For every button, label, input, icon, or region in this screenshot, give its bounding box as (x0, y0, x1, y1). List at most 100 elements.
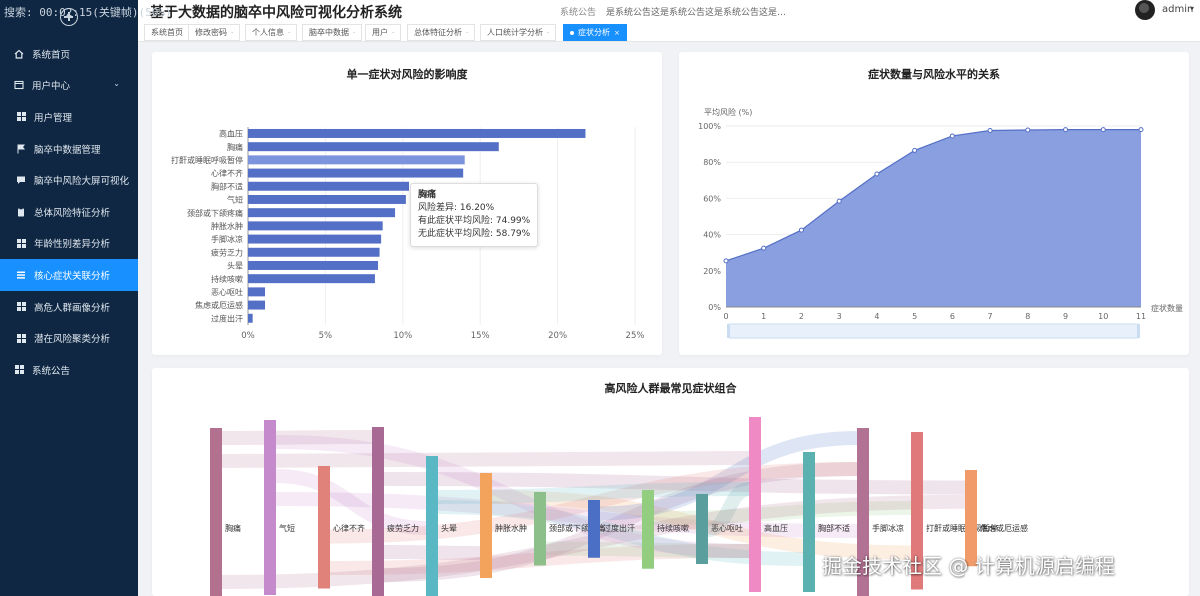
watermark: 掘金技术社区 @ 计算机源启编程 (822, 554, 1115, 578)
grid-icon (14, 365, 24, 375)
bar (248, 234, 382, 244)
bar (248, 300, 266, 310)
bar (248, 128, 586, 138)
sankey-node-label: 心律不齐 (333, 523, 365, 533)
sankey-node (534, 492, 546, 566)
close-icon[interactable]: × (614, 29, 620, 37)
home-icon (14, 49, 24, 59)
x-tick-label: 11 (1136, 312, 1146, 321)
close-icon[interactable]: · (353, 29, 355, 37)
x-tick-label: 10% (393, 331, 412, 341)
sankey-node (264, 420, 276, 595)
sidebar-item-symptom-analysis[interactable]: 核心症状关联分析 (0, 259, 138, 291)
y-tick-label: 恶心呕吐 (211, 288, 243, 297)
sidebar-item-high-risk-profile[interactable]: 高危人群画像分析 (0, 291, 138, 323)
tab-change-password[interactable]: 修改密码 · (188, 24, 241, 41)
tab-label: 症状分析 (578, 28, 610, 37)
close-icon[interactable]: · (288, 29, 290, 37)
sankey-node-label: 过度出汗 (603, 523, 635, 533)
x-tick-label: 10 (1098, 312, 1108, 321)
y-tick-label: 40% (703, 231, 721, 240)
x-tick-label: 5% (319, 331, 333, 341)
data-point (949, 133, 955, 139)
grid-icon (16, 333, 26, 343)
tab-label: 总体特征分析 (414, 28, 462, 37)
sidebar-item-risk-cluster[interactable]: 潜在风险聚类分析 (0, 322, 138, 354)
close-icon[interactable]: · (547, 29, 549, 37)
tab-symptom-analysis[interactable]: 症状分析 × (563, 24, 627, 41)
x-tick-label: 1 (761, 312, 766, 321)
area-chart-panel: 症状数量与风险水平的关系 平均风险 (%) 0% 20% 40% 60% 80% 100% 0… (679, 52, 1189, 355)
x-tick-label: 9 (1063, 312, 1068, 321)
tab-stroke-data[interactable]: 脑卒中数据 · (302, 24, 363, 41)
y-tick-label: 疲劳乏力 (211, 247, 243, 257)
sankey-node-label: 胸痛 (225, 523, 241, 533)
area-chart: 平均风险 (%) 0% 20% 40% 60% 80% 100% 0 1 2 3 4 5 6 7 8 9 10 11… (698, 107, 1183, 339)
tab-home[interactable]: 系统首页 (144, 24, 190, 41)
data-point (987, 128, 993, 134)
sankey-node (749, 417, 761, 592)
data-point (1100, 127, 1106, 133)
y-tick-label: 0% (708, 303, 721, 312)
close-icon[interactable]: · (466, 29, 468, 37)
x-axis-label: 症状数量 (1151, 303, 1183, 313)
sidebar-item-risk-dashboard[interactable]: 脑卒中风险大屏可视化 (0, 164, 138, 196)
sankey-node (588, 500, 600, 558)
bar (248, 142, 499, 152)
tab-overall-analysis[interactable]: 总体特征分析 · (407, 24, 476, 41)
sankey-node-label: 肿胀水肿 (495, 523, 527, 533)
sidebar-item-home[interactable]: 系统首页 (0, 38, 138, 70)
sankey-node (696, 494, 708, 564)
sidebar-item-overall-risk[interactable]: 总体风险特征分析 (0, 196, 138, 228)
grid-icon (16, 112, 26, 122)
tab-label: 脑卒中数据 (309, 28, 349, 37)
sankey-flow (221, 451, 750, 468)
sidebar-item-user-management[interactable]: 用户管理 (0, 101, 138, 133)
bar (248, 287, 266, 297)
bar (248, 168, 464, 178)
zoom-slider[interactable] (727, 323, 1140, 339)
area-fill (726, 129, 1141, 307)
x-tick-label: 5 (912, 312, 917, 321)
bar (248, 155, 465, 165)
x-tick-label: 0 (723, 312, 728, 321)
sankey-node-label: 气短 (279, 523, 295, 533)
y-tick-label: 高血压 (219, 129, 243, 139)
y-tick-label: 60% (703, 194, 721, 203)
bar (248, 260, 379, 270)
bar (248, 313, 253, 323)
user-name[interactable]: admin (1162, 4, 1193, 15)
x-tick-label: 4 (874, 312, 879, 321)
sidebar-item-label: 潜在风险聚类分析 (34, 334, 111, 346)
data-point (723, 258, 729, 264)
tab-users[interactable]: 用户 · (365, 24, 402, 41)
sidebar-item-label: 脑卒中数据管理 (34, 144, 101, 156)
sidebar-item-label: 用户管理 (34, 112, 73, 124)
y-tick-label: 持续咳嗽 (211, 274, 243, 284)
y-tick-label: 100% (698, 122, 721, 131)
tab-demographics[interactable]: 人口统计学分析 · (480, 24, 557, 41)
data-point (836, 198, 842, 204)
top-header: 基于大数据的脑卒中风险可视化分析系统 系统公告 是系统公告这是系统公告这是系统公… (138, 0, 1200, 22)
close-icon[interactable]: · (231, 29, 233, 37)
sidebar-item-user-center[interactable]: 用户中心 ⌄ (0, 70, 138, 102)
y-tick-label: 过度出汗 (211, 313, 243, 323)
notice-marquee[interactable]: 是系统公告这是系统公告这是系统公告这是… (606, 5, 786, 18)
sidebar-item-label: 系统公告 (32, 365, 71, 377)
avatar[interactable] (1135, 0, 1155, 20)
grid-icon (16, 238, 26, 248)
sidebar-item-label: 年龄性别差异分析 (34, 239, 111, 251)
zoom-handle[interactable] (727, 324, 730, 338)
tab-personal-info[interactable]: 个人信息 · (245, 24, 298, 41)
sidebar-menu: 系统首页 用户中心 ⌄ 用户管理 脑卒中数据管理 脑卒中风险大屏可视化 总体风险… (0, 38, 138, 386)
sidebar-item-stroke-data[interactable]: 脑卒中数据管理 (0, 133, 138, 165)
zoom-handle[interactable] (1137, 324, 1140, 338)
sidebar-item-announcement[interactable]: 系统公告 (0, 354, 138, 386)
x-tick-label: 6 (950, 312, 955, 321)
close-icon[interactable]: · (392, 29, 394, 37)
tab-label: 系统首页 (151, 28, 183, 37)
caret-down-icon[interactable]: ▾ (1190, 4, 1194, 13)
data-point (798, 227, 804, 233)
sidebar-item-label: 脑卒中风险大屏可视化 (34, 176, 130, 188)
sidebar-item-age-gender[interactable]: 年龄性别差异分析 (0, 228, 138, 260)
